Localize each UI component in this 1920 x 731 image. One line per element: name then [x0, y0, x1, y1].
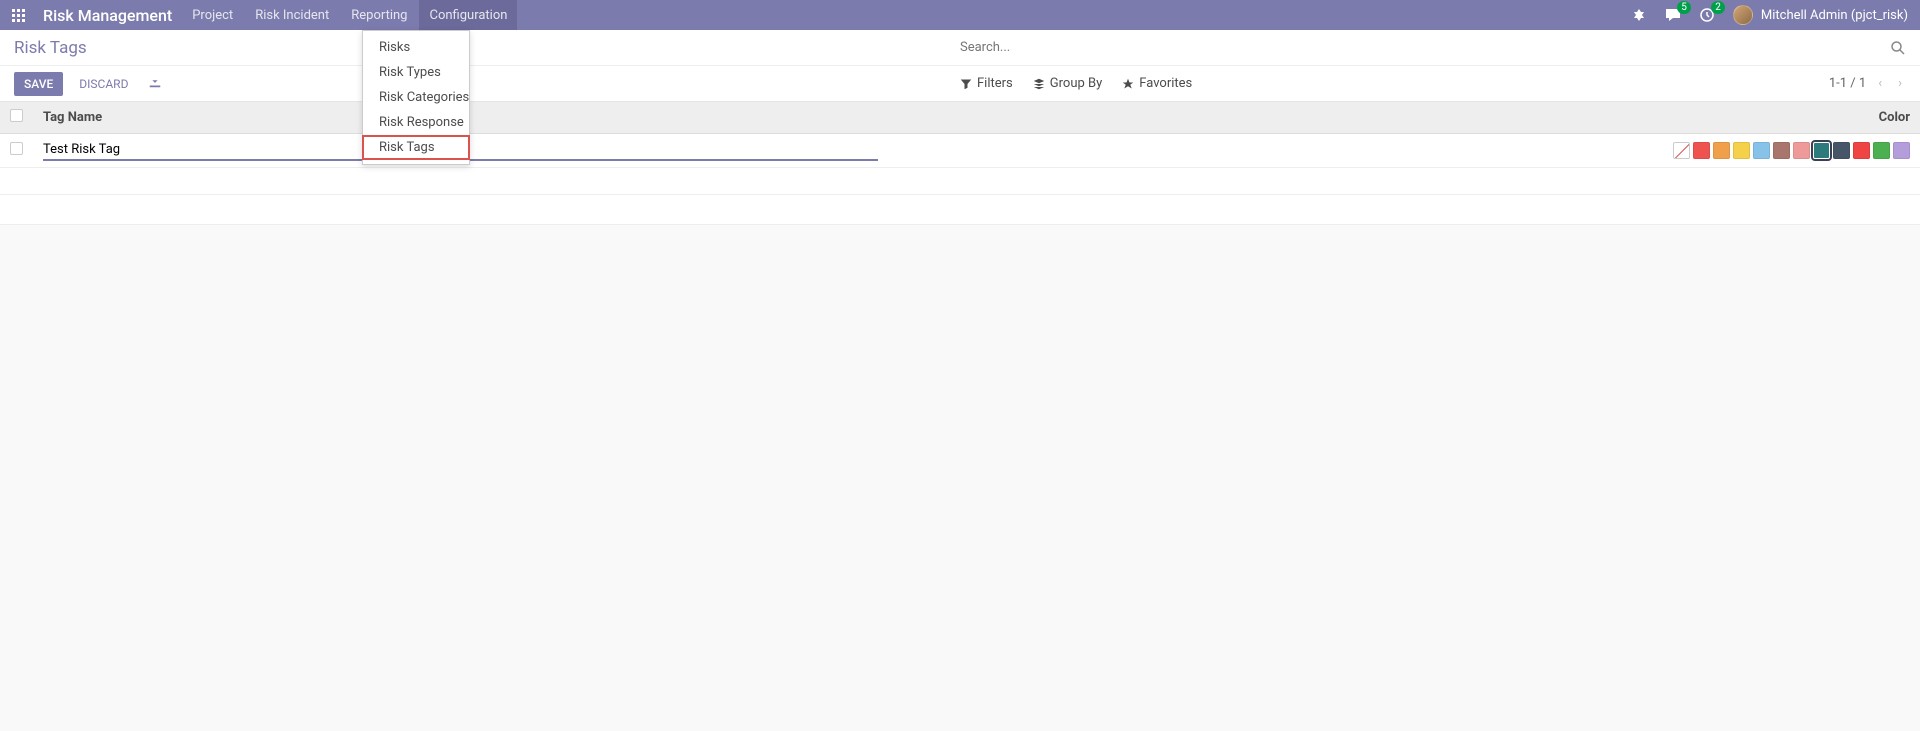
favorites-label: Favorites	[1139, 76, 1192, 91]
dropdown-item-risk-categories[interactable]: Risk Categories	[363, 85, 469, 110]
layers-icon	[1033, 78, 1045, 90]
spacer-row-2	[0, 195, 1920, 225]
color-swatch-3[interactable]	[1733, 142, 1750, 159]
color-swatch-4[interactable]	[1753, 142, 1770, 159]
color-swatch-11[interactable]	[1893, 142, 1910, 159]
dropdown-item-risk-types[interactable]: Risk Types	[363, 60, 469, 85]
color-swatch-5[interactable]	[1773, 142, 1790, 159]
user-name: Mitchell Admin (pjct_risk)	[1761, 8, 1908, 23]
color-swatch-10[interactable]	[1873, 142, 1890, 159]
spacer-row	[0, 168, 1920, 195]
pager: 1-1 / 1 ‹ ›	[1829, 74, 1906, 93]
user-menu[interactable]: Mitchell Admin (pjct_risk)	[1733, 5, 1908, 25]
search-icon[interactable]	[1890, 40, 1906, 56]
search-input[interactable]	[960, 40, 1890, 55]
favorites-button[interactable]: Favorites	[1122, 76, 1192, 91]
brand-title[interactable]: Risk Management	[43, 6, 172, 25]
nav-right: 5 2 Mitchell Admin (pjct_risk)	[1631, 5, 1908, 25]
dropdown-item-risk-tags[interactable]: Risk Tags	[362, 135, 470, 160]
filters-button[interactable]: Filters	[960, 76, 1013, 91]
nav-item-reporting[interactable]: Reporting	[349, 0, 409, 30]
cp-left: SAVE DISCARD	[14, 71, 960, 97]
dropdown-item-risks[interactable]: Risks	[363, 35, 469, 60]
messages-badge: 5	[1677, 1, 1691, 14]
color-swatch-2[interactable]	[1713, 142, 1730, 159]
avatar	[1733, 5, 1753, 25]
funnel-icon	[960, 78, 972, 90]
cp-right: Filters Group By Favorites 1-1 / 1 ‹ ›	[960, 74, 1906, 93]
search-area	[960, 40, 1906, 56]
col-header-color[interactable]: Color	[1480, 102, 1920, 134]
dropdown-item-risk-response[interactable]: Risk Response	[363, 110, 469, 135]
color-swatch-0[interactable]	[1673, 142, 1690, 159]
group-by-label: Group By	[1050, 76, 1103, 91]
nav-left: Risk Management Project Risk Incident Re…	[12, 0, 1631, 30]
color-swatch-8[interactable]	[1833, 142, 1850, 159]
table-row[interactable]	[0, 134, 1920, 168]
breadcrumb: Risk Tags	[14, 38, 960, 58]
filters-label: Filters	[977, 76, 1013, 91]
messages-icon[interactable]: 5	[1665, 7, 1681, 23]
discard-button[interactable]: DISCARD	[69, 72, 138, 96]
color-picker-cell	[1480, 134, 1920, 168]
nav-item-configuration[interactable]: Configuration	[419, 0, 517, 30]
configuration-dropdown: Risks Risk Types Risk Categories Risk Re…	[362, 30, 470, 165]
row-checkbox[interactable]	[10, 142, 23, 155]
star-icon	[1122, 78, 1134, 90]
apps-icon[interactable]	[12, 9, 25, 22]
export-icon[interactable]	[144, 71, 166, 97]
nav-item-project[interactable]: Project	[190, 0, 235, 30]
color-swatch-1[interactable]	[1693, 142, 1710, 159]
col-header-name[interactable]: Tag Name	[33, 102, 1480, 134]
control-panel-top: Risk Tags	[0, 30, 1920, 66]
nav-item-risk-incident[interactable]: Risk Incident	[253, 0, 331, 30]
pager-range: 1-1 / 1	[1829, 76, 1866, 91]
list-table: Tag Name Color	[0, 102, 1920, 168]
debug-icon[interactable]	[1631, 7, 1647, 23]
save-button[interactable]: SAVE	[14, 72, 63, 96]
top-navbar: Risk Management Project Risk Incident Re…	[0, 0, 1920, 30]
table-header-row: Tag Name Color	[0, 102, 1920, 134]
pager-next[interactable]: ›	[1894, 74, 1906, 93]
activities-icon[interactable]: 2	[1699, 7, 1715, 23]
color-swatch-7[interactable]	[1813, 142, 1830, 159]
color-swatch-9[interactable]	[1853, 142, 1870, 159]
activities-badge: 2	[1711, 1, 1725, 14]
group-by-button[interactable]: Group By	[1033, 76, 1103, 91]
select-all-checkbox[interactable]	[10, 109, 23, 122]
color-swatch-6[interactable]	[1793, 142, 1810, 159]
control-panel-bottom: SAVE DISCARD Filters Group By Favorites …	[0, 66, 1920, 102]
pager-prev[interactable]: ‹	[1874, 74, 1886, 93]
